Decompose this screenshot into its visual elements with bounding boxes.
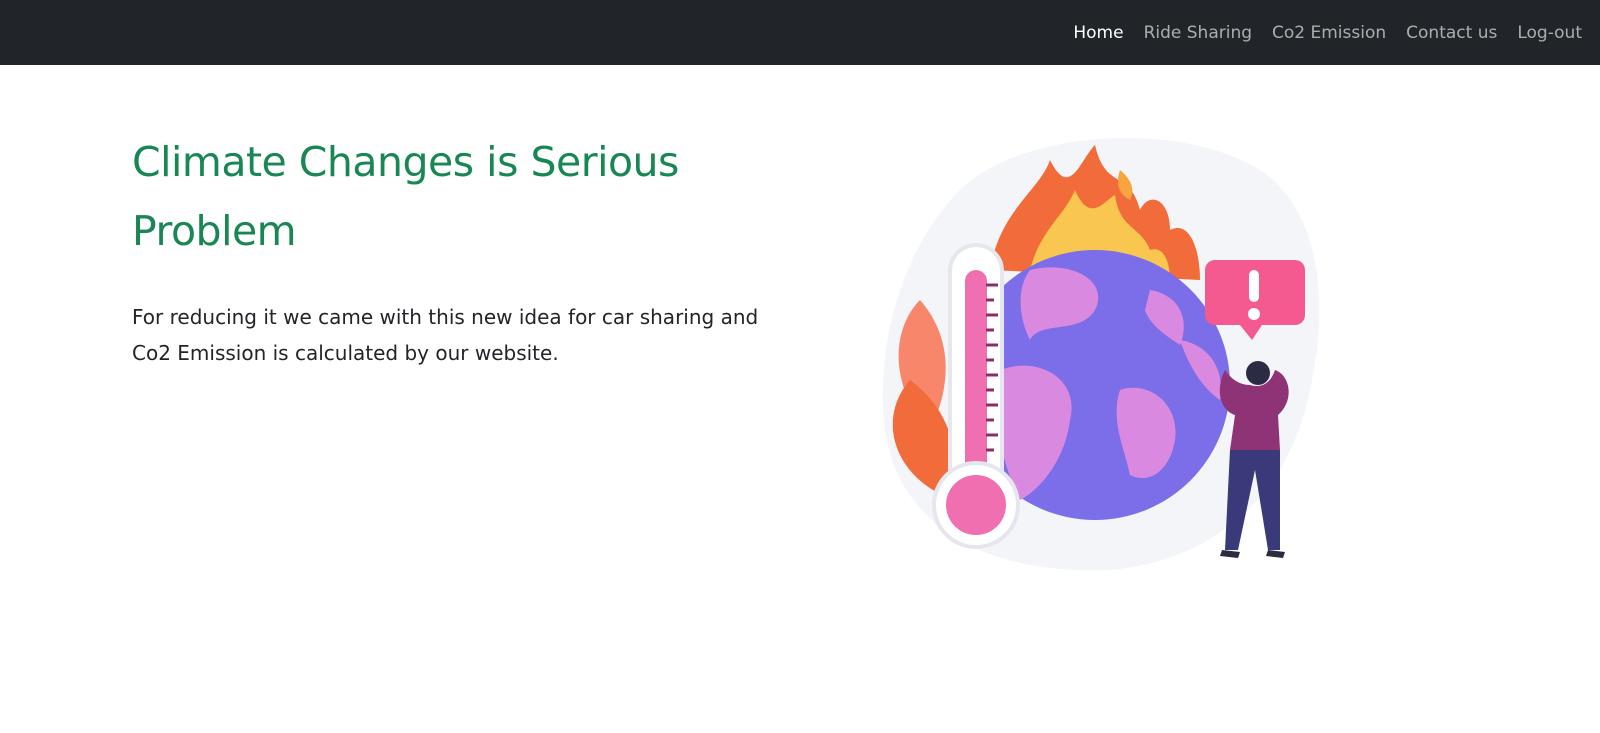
nav-link-home[interactable]: Home [1073, 23, 1123, 43]
nav-item-logout: Log-out [1517, 23, 1582, 43]
nav-item-home: Home [1073, 23, 1123, 43]
global-warming-illustration [880, 130, 1340, 580]
nav-item-ride-sharing: Ride Sharing [1144, 23, 1252, 43]
nav-link-contact-us[interactable]: Contact us [1406, 23, 1497, 43]
hero-section: Climate Changes is Serious Problem For r… [132, 128, 772, 371]
nav-menu: Home Ride Sharing Co2 Emission Contact u… [1073, 0, 1582, 65]
nav-link-ride-sharing[interactable]: Ride Sharing [1144, 23, 1252, 43]
hero-title: Climate Changes is Serious Problem [132, 138, 679, 255]
top-navbar: Home Ride Sharing Co2 Emission Contact u… [0, 0, 1600, 65]
global-warming-icon [882, 137, 1320, 571]
hero-description: For reducing it we came with this new id… [132, 305, 759, 365]
nav-link-log-out[interactable]: Log-out [1517, 23, 1582, 43]
nav-link-co2-emission[interactable]: Co2 Emission [1272, 23, 1386, 43]
nav-item-co2-emission: Co2 Emission [1272, 23, 1386, 43]
nav-item-contact: Contact us [1406, 23, 1497, 43]
